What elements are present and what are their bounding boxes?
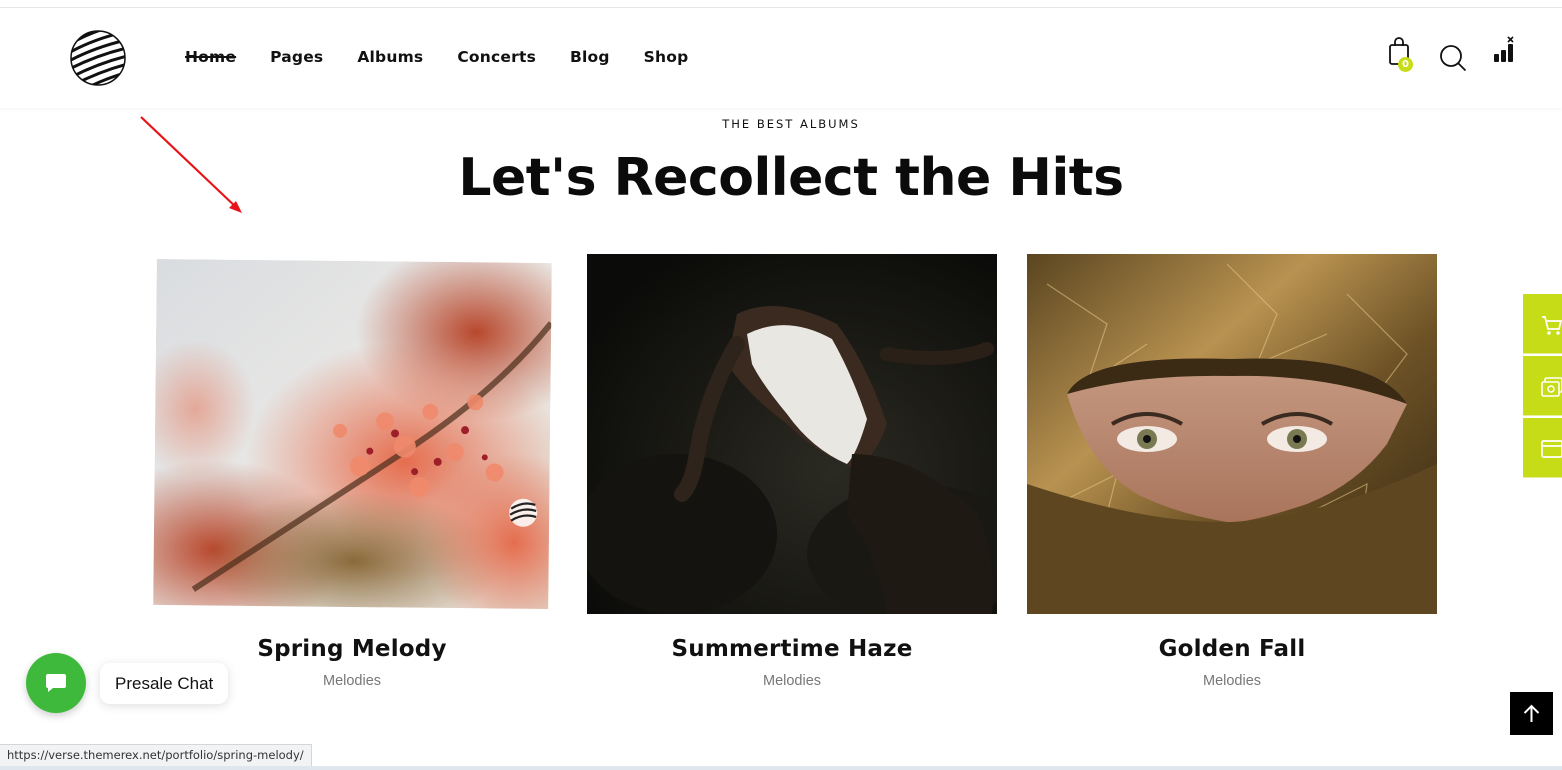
nav-item-home[interactable]: Home bbox=[185, 48, 236, 66]
nav-item-albums[interactable]: Albums bbox=[357, 48, 423, 66]
album-category[interactable]: Melodies bbox=[1032, 673, 1432, 689]
cart-count-badge: 0 bbox=[1398, 57, 1413, 72]
album-cover-image[interactable] bbox=[153, 258, 552, 610]
nav-item-pages[interactable]: Pages bbox=[270, 48, 323, 66]
presale-chat-button[interactable]: Presale Chat bbox=[100, 663, 229, 704]
status-bar-url: https://verse.themerex.net/portfolio/spr… bbox=[0, 744, 312, 766]
album-title[interactable]: Golden Fall bbox=[1032, 636, 1432, 662]
section-eyebrow: THE BEST ALBUMS bbox=[722, 117, 860, 131]
scroll-to-top-button[interactable] bbox=[1510, 692, 1553, 735]
album-cover-image[interactable] bbox=[587, 254, 997, 614]
logo-sphere-icon[interactable] bbox=[70, 30, 126, 86]
chat-icon[interactable] bbox=[26, 653, 86, 713]
cart-icon[interactable] bbox=[1523, 294, 1562, 354]
section-title: Let's Recollect the Hits bbox=[458, 148, 1124, 208]
album-title[interactable]: Summertime Haze bbox=[592, 636, 992, 662]
site-header: Home Pages Albums Concerts Blog Shop bbox=[0, 8, 1562, 108]
menu-bars-icon[interactable] bbox=[1492, 36, 1516, 64]
album-category[interactable]: Melodies bbox=[592, 673, 992, 689]
main-nav: Home Pages Albums Concerts Blog Shop bbox=[185, 48, 722, 66]
nav-item-concerts[interactable]: Concerts bbox=[457, 48, 536, 66]
album-title[interactable]: Spring Melody bbox=[152, 636, 552, 662]
gallery-icon[interactable] bbox=[1523, 356, 1562, 416]
arrow-up-icon bbox=[1523, 704, 1540, 722]
nav-item-blog[interactable]: Blog bbox=[570, 48, 610, 66]
taskbar-strip bbox=[0, 766, 1562, 770]
nav-item-shop[interactable]: Shop bbox=[644, 48, 689, 66]
search-icon[interactable] bbox=[1439, 44, 1467, 72]
window-icon[interactable] bbox=[1523, 418, 1562, 478]
side-panel bbox=[1523, 294, 1562, 478]
album-cover-image[interactable] bbox=[1027, 254, 1437, 614]
